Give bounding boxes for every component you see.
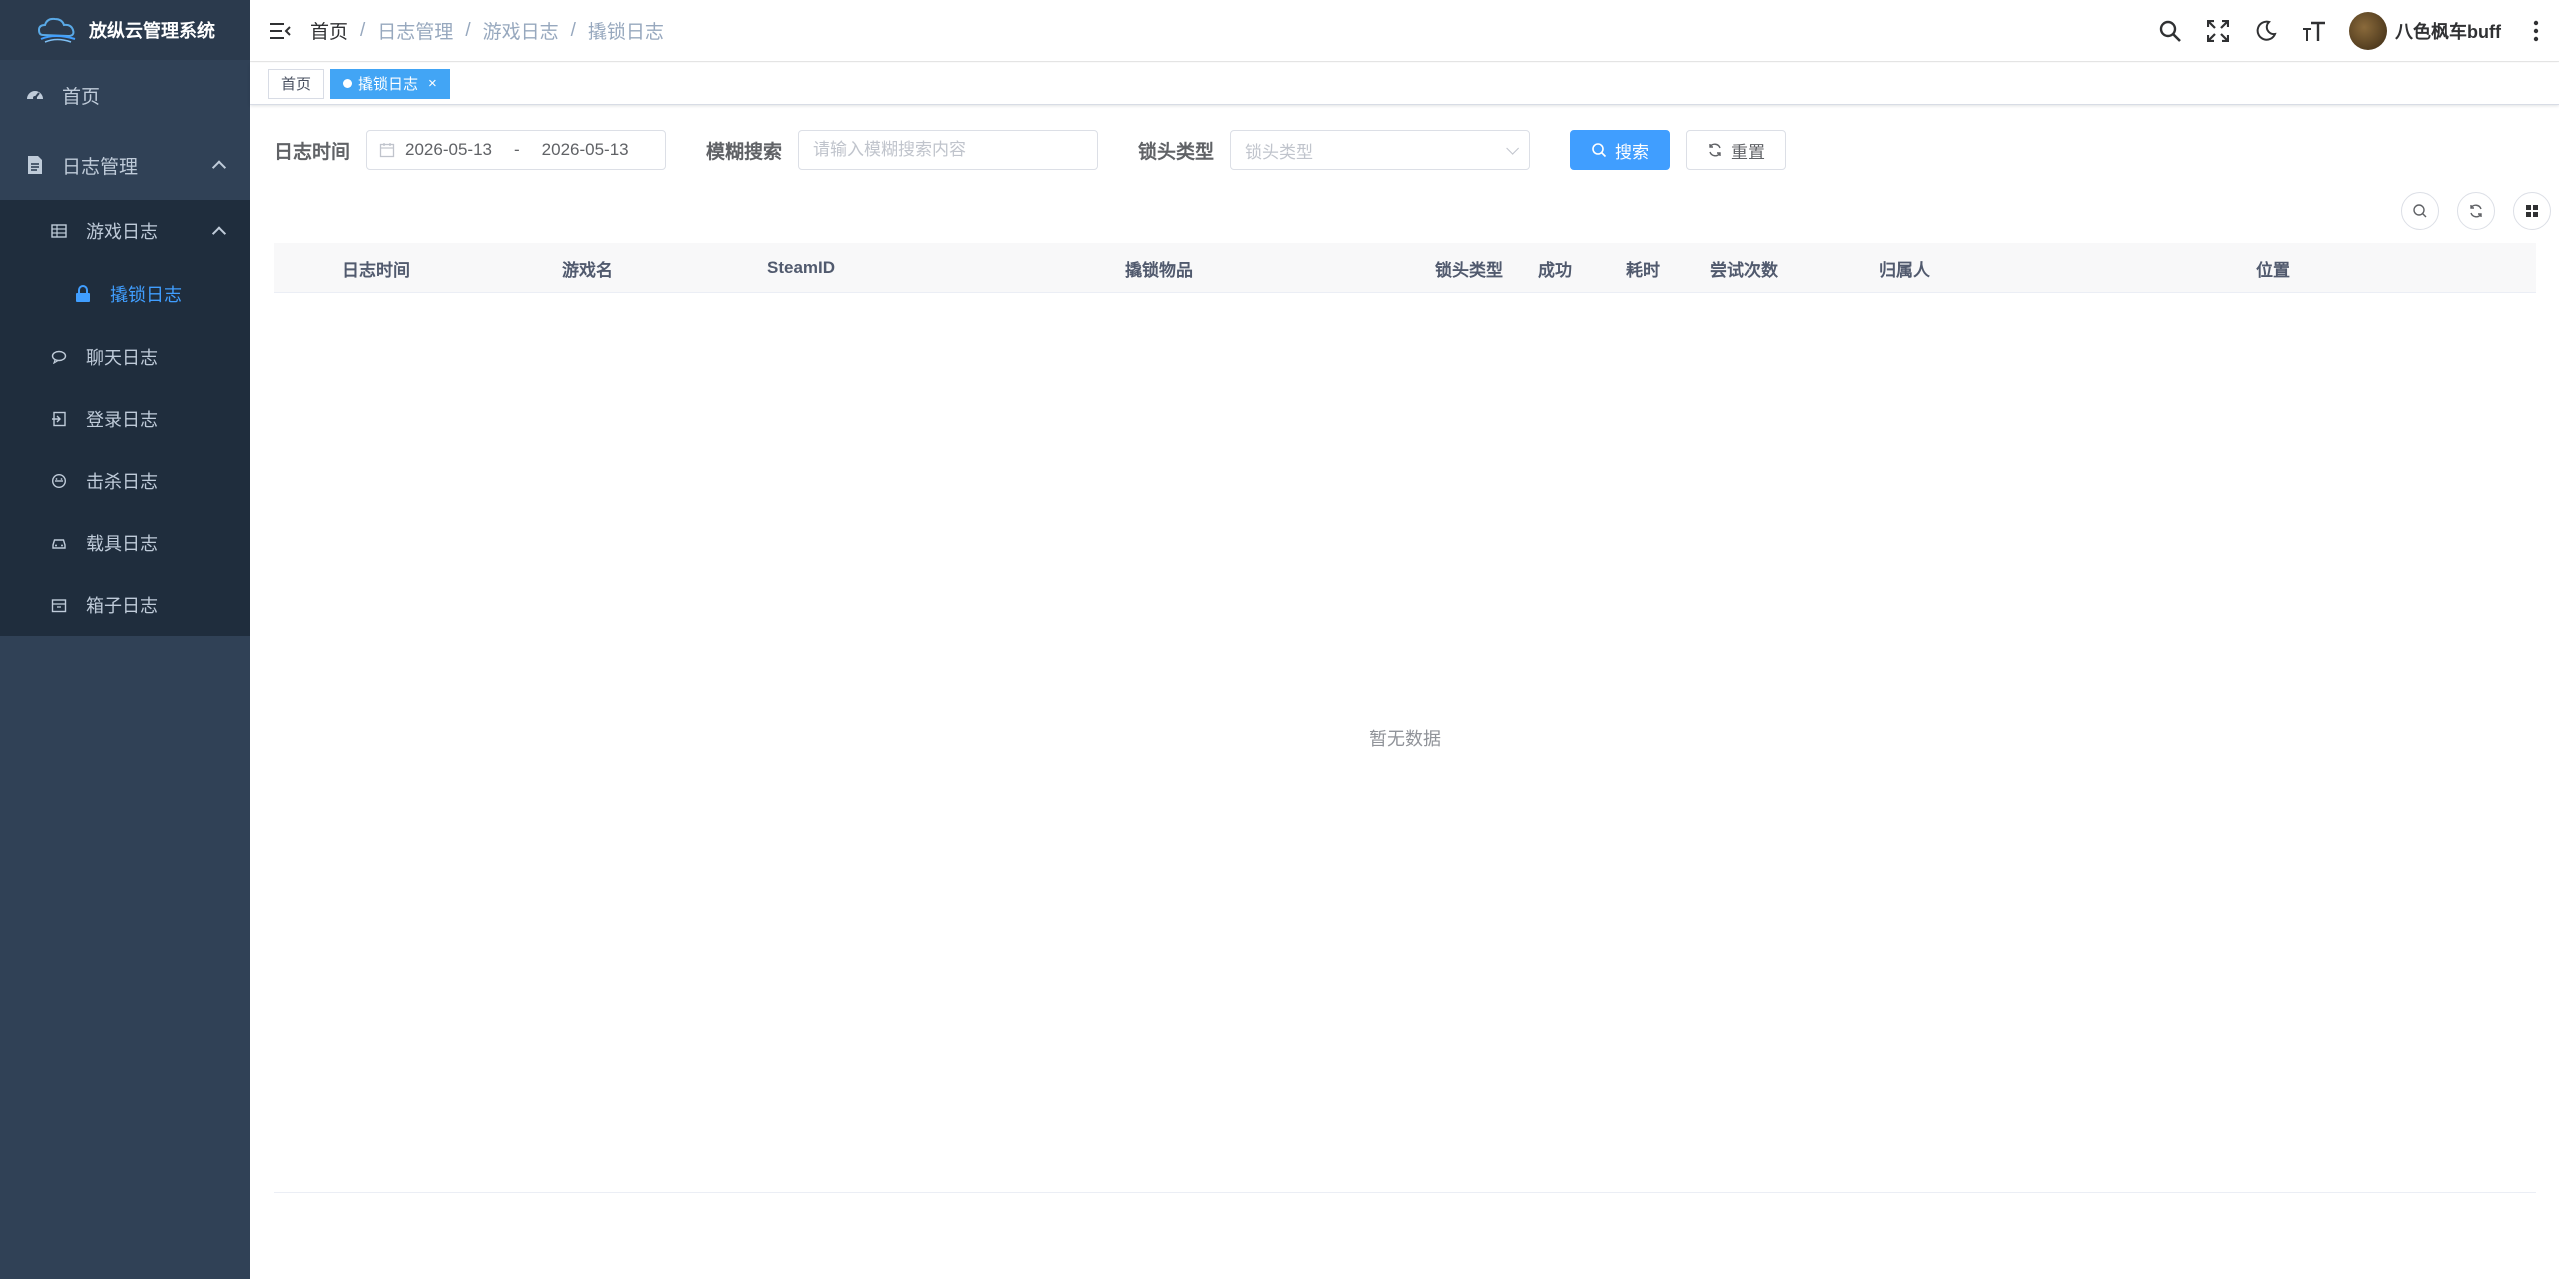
breadcrumb-separator: / — [465, 19, 471, 41]
date-range-label: 日志时间 — [274, 141, 351, 163]
search-icon — [2413, 204, 2427, 218]
sidebar-item-vehicle-log[interactable]: 载具日志 — [0, 512, 250, 574]
tags-view: 首页 撬锁日志 × — [250, 63, 2559, 105]
sidebar-item-label: 登录日志 — [86, 410, 158, 430]
search-icon[interactable] — [2157, 18, 2183, 44]
sidebar-item-label: 载具日志 — [86, 534, 158, 554]
empty-text: 暂无数据 — [1369, 729, 1441, 749]
sidebar-item-label: 游戏日志 — [86, 222, 158, 242]
sidebar-item-label: 聊天日志 — [86, 348, 158, 368]
breadcrumb-separator: / — [360, 19, 366, 41]
sidebar-item-label: 撬锁日志 — [110, 285, 182, 305]
breadcrumb-item-game-log: 游戏日志 — [482, 22, 559, 43]
data-table: 日志时间 游戏名 SteamID 撬锁物品 锁头类型 成功 耗时 尝试次数 归属… — [274, 243, 2536, 1193]
cloud-logo-icon — [37, 17, 76, 43]
document-icon — [24, 154, 46, 176]
sidebar-item-label: 首页 — [62, 86, 101, 108]
tag-home[interactable]: 首页 — [268, 68, 325, 99]
sidebar-item-lockpick-log[interactable]: 撬锁日志 — [0, 262, 250, 326]
chevron-up-icon — [211, 160, 227, 175]
top-navbar: 首页 / 日志管理 / 游戏日志 / 撬锁日志 八色枫车buff — [250, 0, 2559, 62]
submenu-log-management: 游戏日志 撬锁日志 聊天日志 登录日志 击杀日志 载具日志 箱子日志 — [0, 200, 250, 636]
font-size-icon[interactable] — [2301, 18, 2327, 44]
chat-icon — [48, 346, 70, 368]
sidebar-item-label: 日志管理 — [62, 156, 139, 178]
lock-icon — [72, 283, 94, 305]
table-toolbar — [2401, 192, 2551, 230]
empty-state: 暂无数据 — [274, 243, 2536, 1193]
breadcrumb-item-log-management: 日志管理 — [377, 22, 454, 43]
search-icon — [1592, 143, 1607, 158]
breadcrumb-item-lockpick-log: 撬锁日志 — [587, 22, 664, 43]
breadcrumb: 首页 / 日志管理 / 游戏日志 / 撬锁日志 — [310, 17, 664, 44]
date-range-picker[interactable]: 2026-05-13 - 2026-05-13 — [366, 130, 667, 170]
calendar-icon — [379, 143, 395, 158]
fuzzy-search-input[interactable] — [798, 130, 1099, 170]
dark-mode-moon-icon[interactable] — [2253, 18, 2279, 44]
app-title: 放纵云管理系统 — [89, 21, 215, 41]
user-name: 八色枫车buff — [2395, 22, 2501, 42]
reset-button-label: 重置 — [1731, 142, 1766, 162]
box-icon — [48, 594, 70, 616]
date-start[interactable]: 2026-05-13 — [405, 140, 492, 160]
date-separator: - — [513, 140, 520, 159]
main-content: 日志时间 2026-05-13 - 2026-05-13 模糊搜索 锁头类型 锁… — [250, 106, 2559, 1279]
user-menu[interactable]: 八色枫车buff — [2349, 12, 2501, 50]
sidebar: 放纵云管理系统 首页 日志管理 游戏日志 撬锁日志 聊天日志 登录日志 击杀日志… — [0, 0, 250, 1279]
fullscreen-icon[interactable] — [2205, 18, 2231, 44]
search-button-label: 搜索 — [1615, 142, 1650, 162]
tag-label: 撬锁日志 — [358, 76, 419, 93]
active-dot-icon — [343, 79, 353, 88]
avatar[interactable] — [2349, 12, 2388, 50]
date-end[interactable]: 2026-05-13 — [542, 140, 629, 160]
kill-icon — [48, 470, 70, 492]
sidebar-item-kill-log[interactable]: 击杀日志 — [0, 450, 250, 512]
fuzzy-search-label: 模糊搜索 — [706, 141, 783, 163]
search-form: 日志时间 2026-05-13 - 2026-05-13 模糊搜索 锁头类型 锁… — [274, 130, 1787, 170]
refresh-icon — [1709, 143, 1721, 157]
refresh-button[interactable] — [2457, 192, 2495, 230]
login-icon — [48, 408, 70, 430]
sidebar-item-log-management[interactable]: 日志管理 — [0, 130, 250, 200]
lock-type-select[interactable]: 锁头类型 — [1230, 130, 1531, 170]
sidebar-item-label: 箱子日志 — [86, 596, 158, 616]
more-vertical-icon[interactable] — [2523, 18, 2549, 44]
columns-button[interactable] — [2513, 192, 2551, 230]
toggle-search-button[interactable] — [2401, 192, 2439, 230]
breadcrumb-separator: / — [570, 19, 576, 41]
hamburger-menu-icon[interactable] — [250, 0, 310, 62]
header-tools: 八色枫车buff — [2157, 0, 2549, 62]
sidebar-item-label: 击杀日志 — [86, 472, 158, 492]
close-icon[interactable]: × — [428, 75, 437, 92]
chevron-up-icon — [211, 226, 227, 241]
logo[interactable]: 放纵云管理系统 — [0, 0, 250, 60]
tag-lockpick-log[interactable]: 撬锁日志 × — [330, 68, 450, 99]
dashboard-icon — [24, 84, 46, 106]
sidebar-item-login-log[interactable]: 登录日志 — [0, 388, 250, 450]
sidebar-item-chat-log[interactable]: 聊天日志 — [0, 326, 250, 388]
lock-type-label: 锁头类型 — [1138, 141, 1215, 163]
refresh-icon — [2470, 204, 2482, 218]
tag-label: 首页 — [281, 76, 312, 93]
grid-icon — [2526, 205, 2538, 217]
breadcrumb-item-home[interactable]: 首页 — [310, 17, 348, 44]
car-icon — [48, 532, 70, 554]
search-button[interactable]: 搜索 — [1570, 130, 1671, 170]
reset-button[interactable]: 重置 — [1686, 130, 1787, 170]
chevron-down-icon — [1506, 141, 1520, 155]
sidebar-item-home[interactable]: 首页 — [0, 60, 250, 130]
sidebar-item-box-log[interactable]: 箱子日志 — [0, 574, 250, 636]
sidebar-item-game-log[interactable]: 游戏日志 — [0, 200, 250, 262]
table-icon — [48, 220, 70, 242]
lock-type-placeholder: 锁头类型 — [1245, 142, 1314, 162]
